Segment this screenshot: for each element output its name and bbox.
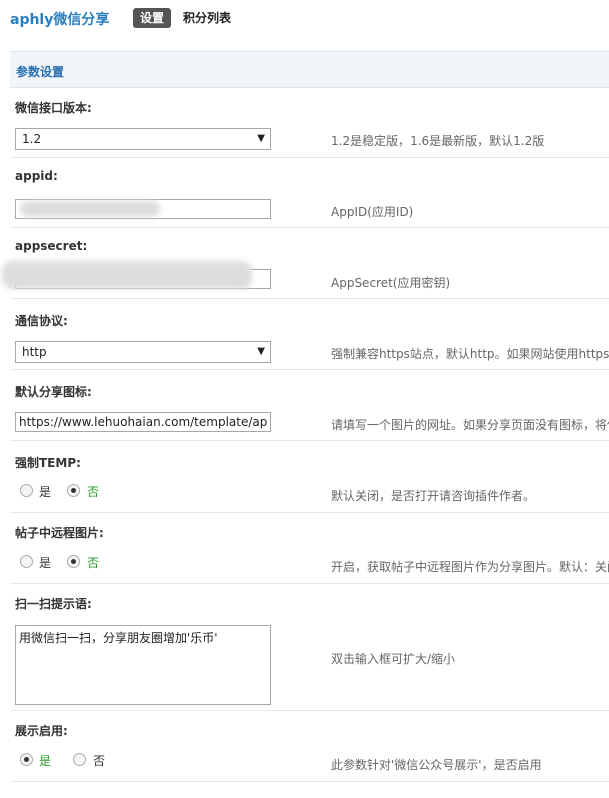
setting-label: appsecret: bbox=[15, 239, 88, 253]
app-title: aphly微信分享 bbox=[10, 12, 110, 28]
setting-force-temp: 强制TEMP: 是 否 默认关闭，是否打开请咨询插件作者。 bbox=[10, 441, 609, 513]
setting-label: 帖子中远程图片: bbox=[15, 526, 104, 540]
setting-description: 开启，获取帖子中远程图片作为分享图片。默认：关闭 bbox=[331, 560, 609, 574]
radio-yes[interactable] bbox=[20, 753, 33, 766]
setting-api-version: 微信接口版本: 1.2 ▼ 1.2是稳定版，1.6是最新版，默认1.2版 bbox=[10, 88, 609, 158]
radio-yes[interactable] bbox=[20, 555, 33, 568]
setting-label: 默认分享图标: bbox=[15, 385, 92, 399]
setting-appsecret: appsecret: AppSecret(应用密钥) bbox=[2, 228, 609, 299]
setting-description: 请填写一个图片的网址。如果分享页面没有图标，将使 bbox=[331, 418, 609, 432]
setting-scan-prompt: 扫一扫提示语: 用微信扫一扫，分享朋友圈增加'乐币' 双击输入框可扩大/缩小 bbox=[10, 584, 609, 711]
scan-prompt-textarea[interactable]: 用微信扫一扫，分享朋友圈增加'乐币' bbox=[15, 625, 271, 705]
radio-label-yes: 是 bbox=[39, 556, 52, 570]
tab-settings[interactable]: 设置 bbox=[133, 8, 172, 28]
radio-yes[interactable] bbox=[20, 484, 33, 497]
chevron-down-icon: ▼ bbox=[257, 133, 265, 144]
setting-description: 此参数针对'微信公众号展示'，是否启用 bbox=[331, 758, 542, 772]
divider bbox=[10, 781, 609, 782]
setting-description: AppSecret(应用密钥) bbox=[331, 276, 451, 290]
radio-label-no: 否 bbox=[87, 485, 100, 499]
redaction-blur bbox=[2, 261, 252, 289]
setting-description: 强制兼容https站点，默认http。如果网站使用https bbox=[331, 347, 609, 361]
setting-description: 双击输入框可扩大/缩小 bbox=[331, 652, 456, 666]
radio-label-yes: 是 bbox=[39, 754, 52, 768]
radio-label-yes: 是 bbox=[39, 485, 52, 499]
api-version-select[interactable]: 1.2 ▼ bbox=[15, 128, 271, 150]
select-value: http bbox=[22, 345, 47, 359]
setting-description: 1.2是稳定版，1.6是最新版，默认1.2版 bbox=[331, 134, 545, 148]
setting-display-enable: 展示启用: 是 否 此参数针对'微信公众号展示'，是否启用 bbox=[10, 711, 609, 782]
default-icon-input[interactable]: https://www.lehuohaian.com/template/ap bbox=[15, 412, 271, 432]
radio-label-no: 否 bbox=[87, 556, 100, 570]
protocol-select[interactable]: http ▼ bbox=[15, 341, 271, 363]
setting-default-icon: 默认分享图标: https://www.lehuohaian.com/templ… bbox=[10, 370, 609, 441]
setting-label: appid: bbox=[15, 169, 58, 183]
select-value: 1.2 bbox=[22, 132, 42, 146]
setting-label: 展示启用: bbox=[15, 724, 68, 738]
setting-description: AppID(应用ID) bbox=[331, 205, 414, 219]
setting-label: 通信协议: bbox=[15, 314, 68, 328]
section-title: 参数设置 bbox=[16, 65, 65, 79]
setting-label: 微信接口版本: bbox=[15, 101, 92, 115]
radio-no[interactable] bbox=[67, 484, 80, 497]
top-bar: aphly微信分享 设置 积分列表 bbox=[0, 0, 609, 40]
redaction-blur bbox=[20, 201, 160, 217]
setting-remote-images: 帖子中远程图片: 是 否 开启，获取帖子中远程图片作为分享图片。默认：关闭 bbox=[10, 513, 609, 584]
chevron-down-icon: ▼ bbox=[257, 346, 265, 357]
setting-description: 默认关闭，是否打开请咨询插件作者。 bbox=[331, 489, 536, 503]
setting-appid: appid: AppID(应用ID) bbox=[10, 158, 609, 228]
tab-points-list[interactable]: 积分列表 bbox=[176, 8, 238, 28]
radio-no[interactable] bbox=[67, 555, 80, 568]
radio-label-no: 否 bbox=[93, 754, 106, 768]
section-header: 参数设置 bbox=[10, 51, 609, 88]
setting-label: 强制TEMP: bbox=[15, 456, 81, 470]
setting-protocol: 通信协议: http ▼ 强制兼容https站点，默认http。如果网站使用ht… bbox=[10, 299, 609, 370]
radio-no[interactable] bbox=[73, 753, 86, 766]
setting-label: 扫一扫提示语: bbox=[15, 597, 92, 611]
